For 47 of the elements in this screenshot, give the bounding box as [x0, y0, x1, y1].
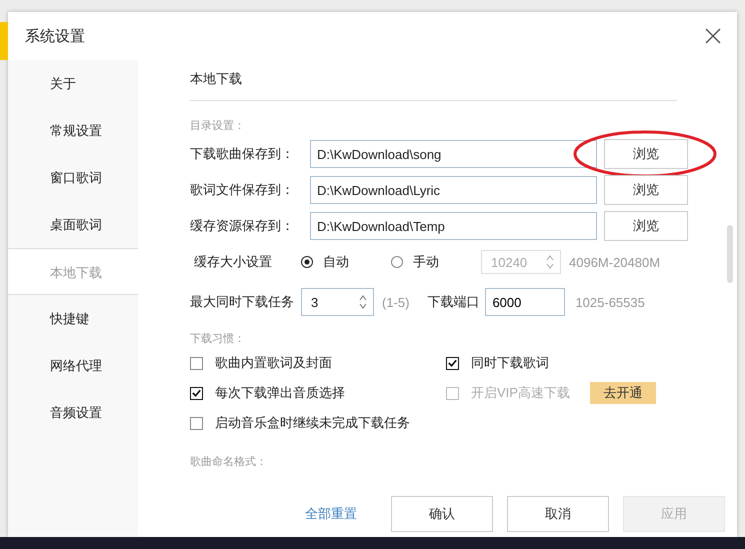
radio-option[interactable]: 自动 — [301, 253, 391, 271]
footer-button[interactable]: 取消 — [507, 496, 609, 532]
range-hint: (1-5) — [382, 294, 410, 310]
checkbox[interactable] — [190, 386, 203, 400]
field-label: 缓存资源保存到： — [190, 217, 295, 235]
window-title: 系统设置 — [25, 26, 85, 46]
path-field[interactable]: D:\KwDownload\song — [310, 140, 597, 168]
path-field[interactable]: D:\KwDownload\Lyric — [310, 176, 597, 204]
field-label: 下载端口 — [427, 293, 480, 311]
checkbox-option[interactable]: 启动音乐盒时继续未完成下载任务 — [190, 414, 410, 432]
reset-link[interactable]: 全部重置 — [305, 504, 357, 522]
close-icon[interactable] — [705, 28, 721, 44]
field-label: 最大同时下载任务 — [190, 293, 294, 311]
path-field[interactable]: D:\KwDownload\Temp — [310, 212, 597, 240]
sidebar-item[interactable]: 快捷键 — [8, 295, 138, 342]
sidebar-item[interactable]: 网络代理 — [8, 342, 138, 389]
checkbox-option[interactable]: 每次下载弹出音质选择 — [190, 384, 345, 402]
radio-option[interactable]: 手动 — [391, 253, 481, 271]
radio-icon[interactable] — [391, 256, 403, 268]
sidebar-item[interactable]: 桌面歌词 — [8, 201, 138, 248]
task-spinbox[interactable]: 3 — [301, 288, 374, 316]
footer-button[interactable]: 确认 — [391, 496, 493, 532]
sidebar-item[interactable]: 关于 — [8, 60, 138, 107]
browse-button[interactable]: 浏览 — [604, 175, 688, 205]
field-label: 下载歌曲保存到： — [190, 145, 295, 163]
sidebar-item[interactable]: 窗口歌词 — [8, 154, 138, 201]
group-heading: 目录设置： — [190, 119, 246, 133]
checkbox-option[interactable]: 歌曲内置歌词及封面 — [190, 354, 332, 372]
browse-button[interactable]: 浏览 — [604, 211, 688, 241]
app-tab-edge — [0, 22, 8, 60]
field-label: 歌词文件保存到： — [190, 181, 295, 199]
checkbox-option[interactable]: 同时下载歌词 — [446, 354, 549, 372]
checkbox[interactable] — [190, 356, 203, 370]
range-hint: 4096M-20480M — [569, 254, 660, 270]
section-title: 本地下载 — [190, 60, 677, 101]
port-field[interactable]: 6000 — [485, 288, 566, 316]
radio-icon[interactable] — [301, 256, 313, 268]
checkbox[interactable] — [190, 416, 203, 430]
sidebar-item[interactable]: 音频设置 — [8, 389, 138, 436]
browse-button[interactable]: 浏览 — [604, 139, 688, 169]
field-label: 缓存大小设置 — [194, 253, 273, 271]
sidebar-item[interactable]: 常规设置 — [8, 107, 138, 154]
spin-arrows-icon[interactable] — [359, 294, 367, 310]
range-hint: 1025-65535 — [575, 294, 645, 310]
group-heading: 下载习惯： — [190, 332, 246, 346]
group-heading: 歌曲命名格式： — [190, 455, 268, 469]
checkbox[interactable] — [446, 356, 459, 370]
